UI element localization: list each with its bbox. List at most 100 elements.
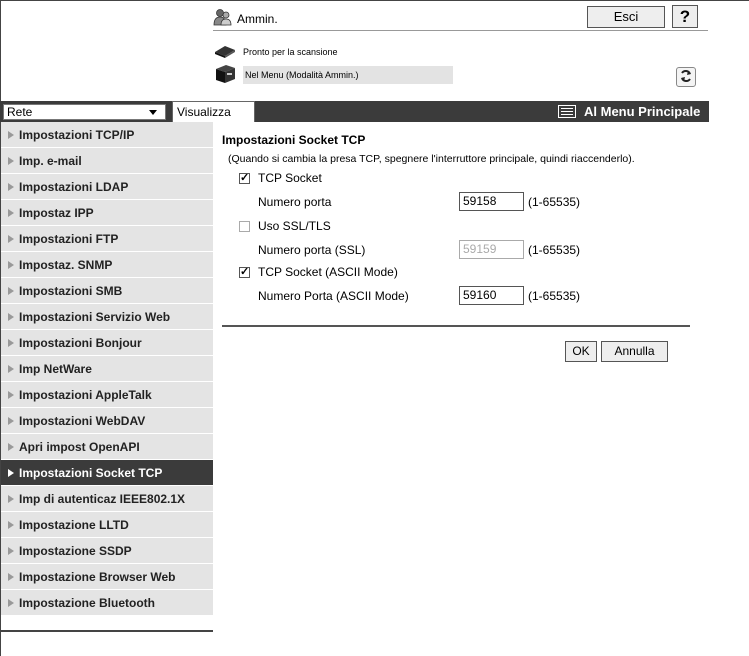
sidebar-item[interactable]: Impostazioni Servizio Web <box>1 304 213 330</box>
triangle-right-icon <box>8 182 14 191</box>
admin-users-icon <box>213 8 233 29</box>
port-ascii-input[interactable]: 59160 <box>459 286 524 305</box>
sidebar-item[interactable]: Impostazione Browser Web <box>1 564 213 590</box>
header-divider <box>213 30 708 31</box>
triangle-right-icon <box>8 468 14 477</box>
sidebar-item[interactable]: Impostazioni Bonjour <box>1 330 213 356</box>
sidebar-item[interactable]: Imp di autenticaz IEEE802.1X <box>1 486 213 512</box>
triangle-right-icon <box>8 260 14 269</box>
port-ssl-input[interactable]: 59159 <box>459 240 524 259</box>
sidebar-item-label: Impostazioni FTP <box>19 231 119 246</box>
sidebar-item[interactable]: Impostazione SSDP <box>1 538 213 564</box>
sidebar-item-label: Impostazioni Servizio Web <box>19 309 171 324</box>
triangle-right-icon <box>8 364 14 373</box>
menu-list-icon <box>558 105 576 118</box>
port-ascii-range: (1-65535) <box>528 289 581 303</box>
triangle-right-icon <box>8 572 14 581</box>
sidebar-item[interactable]: Impostazione LLTD <box>1 512 213 538</box>
sidebar-item-label: Imp di autenticaz IEEE802.1X <box>19 491 186 506</box>
refresh-icon <box>679 69 693 86</box>
status-menu-row: Nel Menu (Modalità Ammin.) <box>213 64 453 86</box>
category-select[interactable]: Rete <box>3 104 166 120</box>
sidebar-item[interactable]: Impostazioni LDAP <box>1 174 213 200</box>
page-title: Impostazioni Socket TCP <box>222 133 366 147</box>
port-input[interactable]: 59158 <box>459 192 524 211</box>
triangle-right-icon <box>8 416 14 425</box>
tab-visualizza[interactable]: Visualizza <box>172 101 255 122</box>
sidebar-item[interactable]: Impostaz. SNMP <box>1 252 213 278</box>
sidebar-item-label: Impostazione Bluetooth <box>19 595 155 610</box>
tcp-socket-label: TCP Socket <box>258 171 322 185</box>
triangle-right-icon <box>8 156 14 165</box>
triangle-right-icon <box>8 130 14 139</box>
logout-button[interactable]: Esci <box>587 6 665 28</box>
page-note: (Quando si cambia la presa TCP, spegnere… <box>228 153 635 165</box>
port-ssl-row: Numero porta (SSL) 59159 (1-65535) <box>222 240 702 260</box>
sidebar-item-label: Impostazioni TCP/IP <box>19 127 135 142</box>
port-label: Numero porta <box>258 195 332 209</box>
ssl-row: Uso SSL/TLS <box>222 218 702 238</box>
triangle-right-icon <box>8 442 14 451</box>
ascii-checkbox[interactable]: ✓ <box>239 267 250 278</box>
category-select-value: Rete <box>7 105 33 119</box>
sidebar-item[interactable]: Impostazioni TCP/IP <box>1 122 213 148</box>
port-ascii-row: Numero Porta (ASCII Mode) 59160 (1-65535… <box>222 286 702 306</box>
sidebar-item-label: Impostazioni LDAP <box>19 179 129 194</box>
ascii-label: TCP Socket (ASCII Mode) <box>258 265 398 279</box>
sidebar-item[interactable]: Apri impost OpenAPI <box>1 434 213 460</box>
triangle-right-icon <box>8 598 14 607</box>
sidebar-item-label: Impostazioni SMB <box>19 283 123 298</box>
sidebar-item-label: Impostaz IPP <box>19 205 94 220</box>
sidebar-item[interactable]: Imp NetWare <box>1 356 213 382</box>
status-ready-text: Pronto per la scansione <box>243 47 338 57</box>
scanner-icon <box>213 43 237 61</box>
status-menu-text: Nel Menu (Modalità Ammin.) <box>243 66 453 84</box>
sidebar-item[interactable]: Impostazioni AppleTalk <box>1 382 213 408</box>
status-ready-row: Pronto per la scansione <box>213 43 338 61</box>
sidebar-item-label: Impostazioni WebDAV <box>19 413 146 428</box>
triangle-right-icon <box>8 208 14 217</box>
device-icon <box>213 64 237 86</box>
sidebar-nav: Impostazioni TCP/IP Imp. e-mail Impostazio… <box>1 122 213 616</box>
port-ssl-label: Numero porta (SSL) <box>258 243 366 257</box>
sidebar-item-label: Imp. e-mail <box>19 153 82 168</box>
refresh-button[interactable] <box>676 67 696 87</box>
port-range: (1-65535) <box>528 195 581 209</box>
ok-button[interactable]: OK <box>565 341 597 362</box>
sidebar-item[interactable]: Impostazioni FTP <box>1 226 213 252</box>
sidebar-bottom-divider <box>1 630 213 632</box>
sidebar-item[interactable]: Impostazioni WebDAV <box>1 408 213 434</box>
triangle-right-icon <box>8 234 14 243</box>
tcp-socket-checkbox[interactable]: ✓ <box>239 173 250 184</box>
sidebar-item[interactable]: Imp. e-mail <box>1 148 213 174</box>
sidebar-item-label: Impostazioni Socket TCP <box>19 465 163 480</box>
sidebar-item-label: Impostaz. SNMP <box>19 257 113 272</box>
cancel-button[interactable]: Annulla <box>601 341 668 362</box>
form-divider <box>222 325 690 327</box>
sidebar-item-label: Impostazioni Bonjour <box>19 335 142 350</box>
triangle-right-icon <box>8 546 14 555</box>
frame-top-border <box>0 0 749 1</box>
chevron-down-icon <box>149 110 157 115</box>
sidebar-item[interactable]: Impostazioni SMB <box>1 278 213 304</box>
main-menu-link[interactable]: Al Menu Principale <box>558 101 700 122</box>
triangle-right-icon <box>8 286 14 295</box>
sidebar-item[interactable]: Impostazione Bluetooth <box>1 590 213 616</box>
port-row: Numero porta 59158 (1-65535) <box>222 192 702 212</box>
port-ssl-range: (1-65535) <box>528 243 581 257</box>
sidebar-item[interactable]: Impostazioni Socket TCP <box>1 460 213 486</box>
ssl-checkbox[interactable] <box>239 221 250 232</box>
sidebar-item[interactable]: Impostaz IPP <box>1 200 213 226</box>
tcp-socket-row: ✓ TCP Socket <box>222 170 702 190</box>
triangle-right-icon <box>8 520 14 529</box>
sidebar-item-label: Impostazione SSDP <box>19 543 132 558</box>
user-info: Ammin. <box>213 8 278 29</box>
ssl-label: Uso SSL/TLS <box>258 219 331 233</box>
sidebar-item-label: Impostazioni AppleTalk <box>19 387 152 402</box>
help-label: ? <box>679 7 691 26</box>
sidebar-item-label: Imp NetWare <box>19 361 92 376</box>
user-label: Ammin. <box>237 11 278 26</box>
help-button[interactable]: ? <box>672 5 698 28</box>
ascii-row: ✓ TCP Socket (ASCII Mode) <box>222 264 702 284</box>
sidebar-item-label: Apri impost OpenAPI <box>19 439 140 454</box>
